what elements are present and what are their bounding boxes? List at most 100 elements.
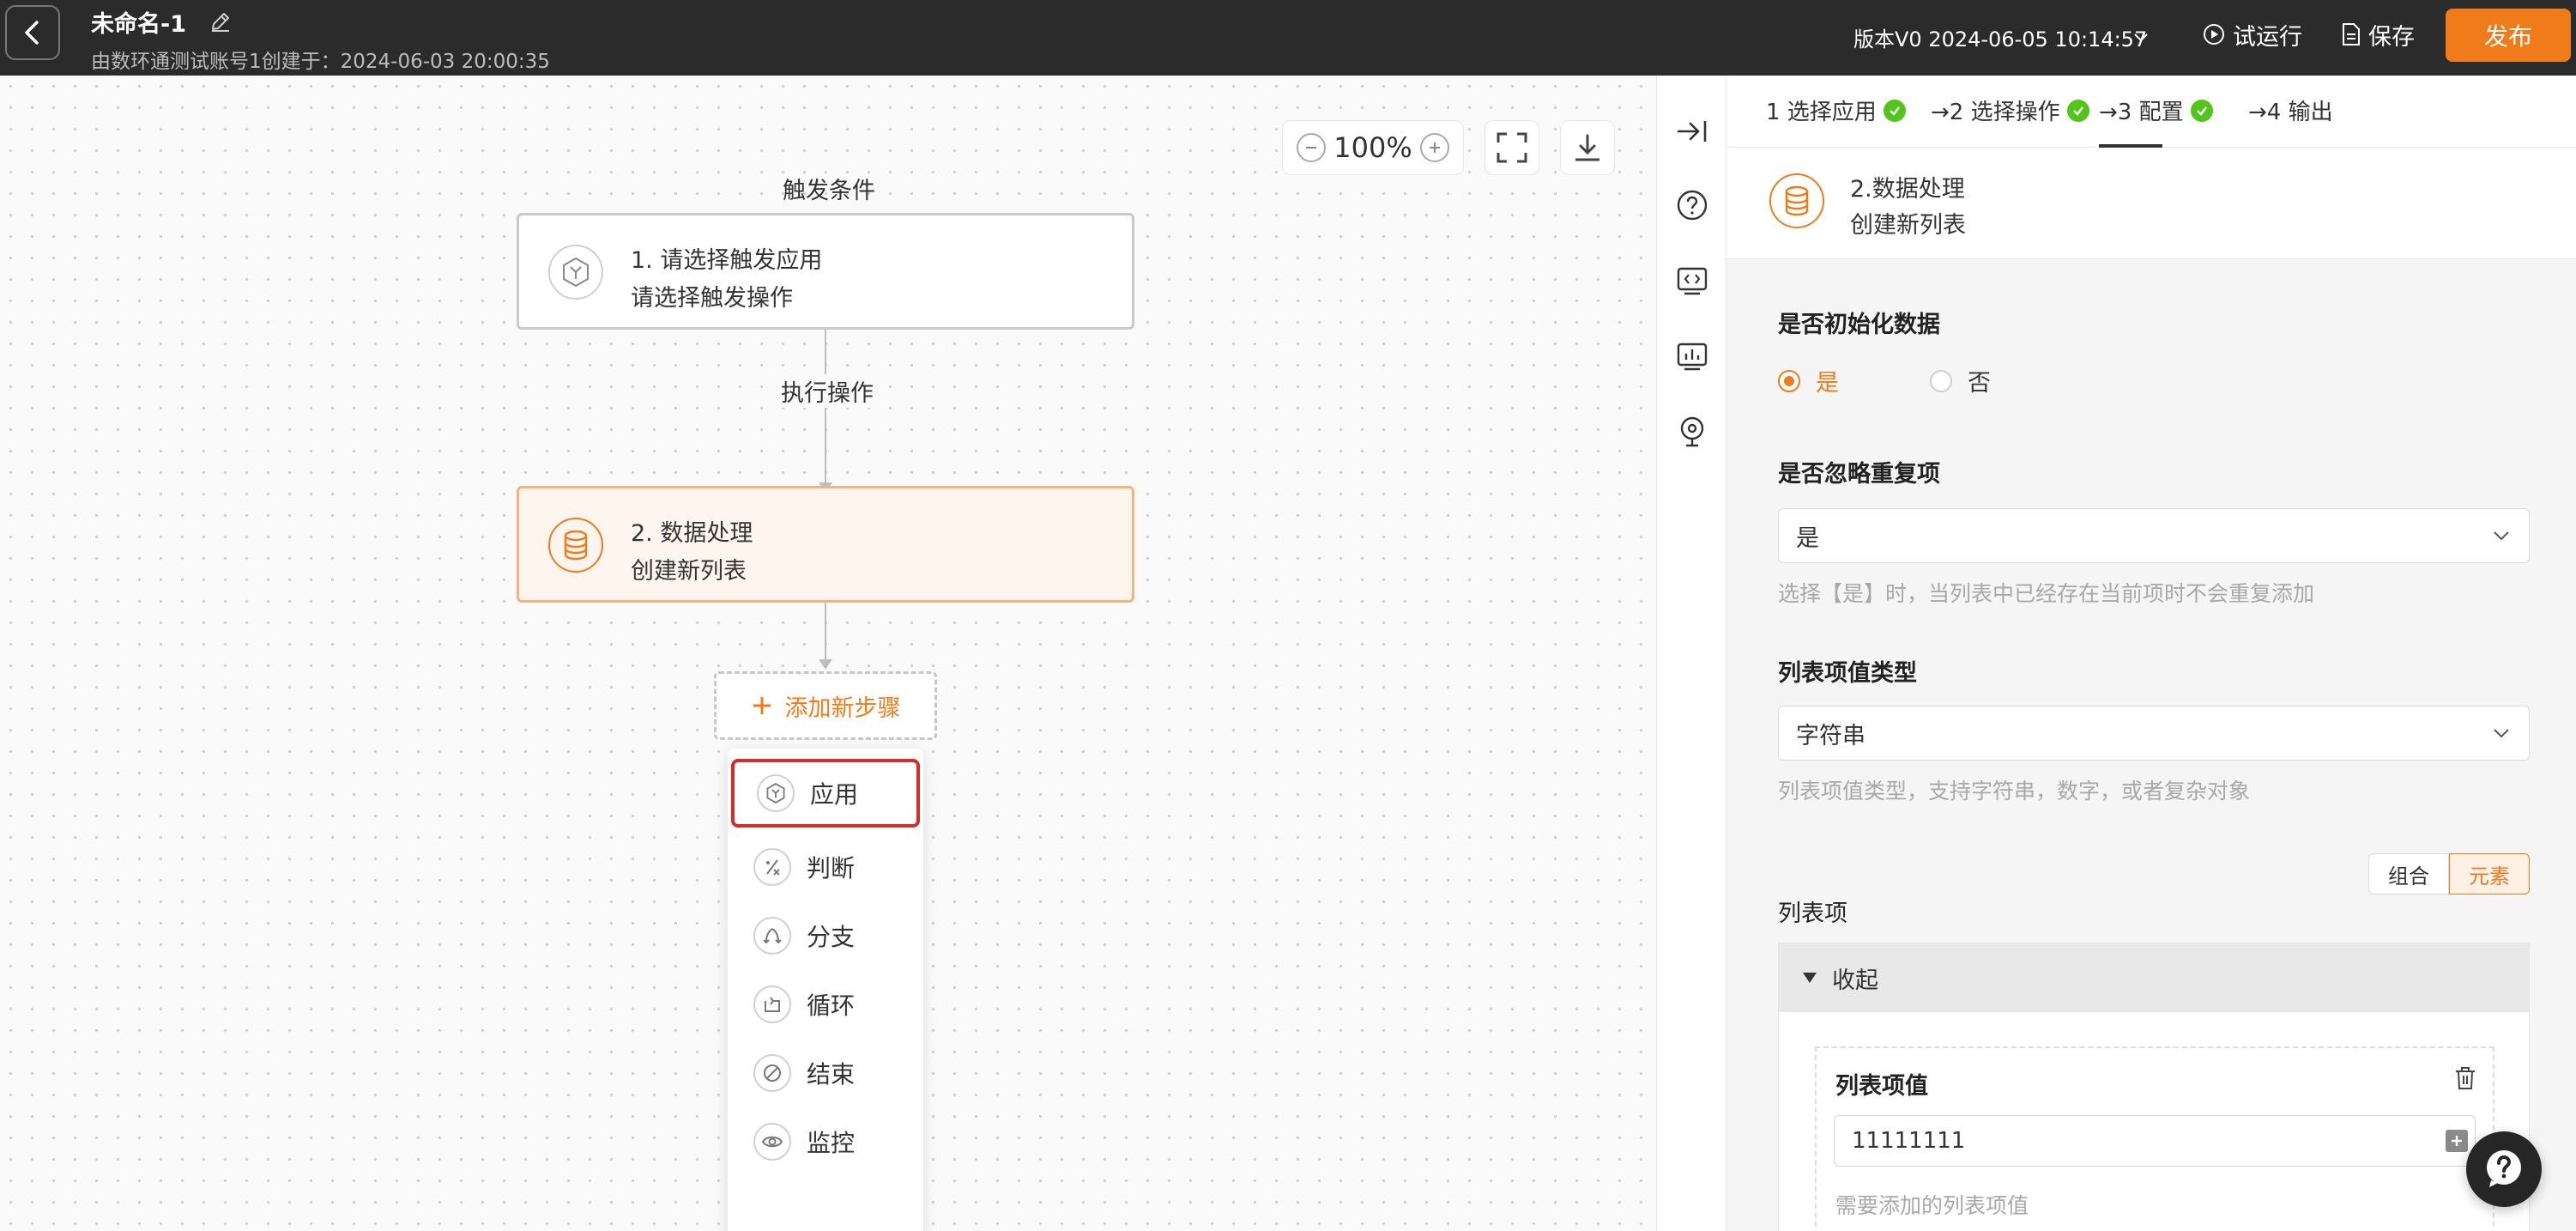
value-type-label: 列表项值类型 [1778, 660, 1917, 687]
help-button[interactable] [1674, 187, 1710, 223]
branch-icon [753, 917, 791, 955]
menu-item-label: 结束 [807, 1060, 856, 1088]
step-configure[interactable]: →3 配置 [2099, 94, 2213, 126]
trigger-node-title: 1. 请选择触发应用 [631, 247, 823, 274]
chevron-down-icon[interactable] [2132, 27, 2150, 46]
connector-line [825, 603, 826, 661]
location-button[interactable] [1674, 414, 1710, 450]
save-label: 保存 [2368, 23, 2415, 51]
edit-title-button[interactable] [209, 10, 232, 36]
summary-title: 2.数据处理 [1850, 176, 1965, 203]
workflow-title: 未命名-1 [91, 11, 186, 38]
menu-item-monitor[interactable]: 监控 [728, 1107, 923, 1176]
database-icon [564, 530, 588, 561]
version-selector[interactable]: 版本V0 2024-06-05 10:14:57 [1853, 22, 2147, 52]
list-item-value-hint: 需要添加的列表项值 [1835, 1193, 2029, 1218]
data-node-subtitle: 创建新列表 [631, 558, 747, 585]
test-run-button[interactable]: 试运行 [2202, 17, 2302, 52]
init-data-yes-label[interactable]: 是 [1816, 364, 1839, 397]
menu-item-condition[interactable]: 判断 [728, 833, 923, 901]
init-data-no-radio[interactable] [1930, 369, 1952, 392]
condition-icon [753, 848, 791, 886]
add-step-menu: 应用 判断 分支 循环 结束 监控 [728, 749, 923, 1231]
test-run-label: 试运行 [2233, 23, 2302, 51]
zoom-in-button[interactable] [1419, 133, 1449, 162]
download-icon [1575, 134, 1599, 161]
insert-variable-button[interactable] [2446, 1130, 2468, 1152]
zoom-level: 100% [1333, 131, 1412, 164]
save-button[interactable]: 保存 [2341, 17, 2415, 52]
step-label: 1 选择应用 [1766, 100, 1877, 125]
pin-icon [1680, 416, 1704, 447]
value-type-select[interactable]: 字符串 [1778, 706, 2530, 761]
pencil-icon [212, 13, 229, 32]
plus-icon [753, 697, 771, 714]
step-select-app[interactable]: 1 选择应用 [1766, 94, 1906, 126]
mode-element-button[interactable]: 元素 [2449, 853, 2530, 894]
play-circle-icon [2204, 24, 2224, 45]
menu-item-loop[interactable]: 循环 [728, 970, 923, 1039]
menu-item-label: 应用 [810, 780, 859, 809]
help-fab-button[interactable] [2466, 1131, 2542, 1207]
collapse-toggle[interactable]: 收起 [1779, 943, 2529, 1012]
download-button[interactable] [1560, 120, 1615, 175]
zoom-out-button[interactable] [1297, 133, 1326, 162]
ignore-dup-label: 是否忽略重复项 [1778, 461, 1940, 488]
chevron-left-icon [25, 21, 39, 45]
workflow-canvas[interactable]: 100% 触发条件 1. 请选择触发应用 请选择触发操作 执行操作 2. 数据处… [0, 76, 1656, 1231]
selected-node-summary: 2.数据处理 创建新列表 [1726, 148, 2576, 259]
logs-button[interactable] [1674, 338, 1710, 374]
menu-item-branch[interactable]: 分支 [728, 901, 923, 970]
config-steps-bar: 1 选择应用 →2 选择操作 →3 配置 →4 输出 [1726, 76, 2576, 148]
init-data-radio-group: 是 否 [1778, 364, 1991, 397]
ignore-dup-hint: 选择【是】时，当列表中已经存在当前项时不会重复添加 [1778, 581, 2315, 606]
step-select-action[interactable]: →2 选择操作 [1931, 94, 2089, 126]
ignore-dup-select[interactable]: 是 [1778, 508, 2530, 563]
init-data-no-label[interactable]: 否 [1968, 364, 1991, 397]
add-step-button[interactable]: 添加新步骤 [714, 671, 937, 740]
back-button[interactable] [5, 5, 60, 60]
init-data-yes-radio[interactable] [1778, 369, 1800, 392]
document-icon [2343, 23, 2360, 45]
collapse-panel-button[interactable] [1674, 113, 1710, 149]
caret-down-icon [1803, 973, 1817, 983]
trigger-condition-label: 触发条件 [783, 178, 875, 204]
trigger-node-subtitle: 请选择触发操作 [631, 285, 793, 312]
trigger-node-icon-wrap [548, 245, 603, 300]
add-step-label: 添加新步骤 [784, 694, 901, 722]
code-icon [1677, 267, 1708, 295]
fullscreen-button[interactable] [1485, 120, 1539, 175]
step-label: →3 配置 [2099, 100, 2184, 125]
list-items-container: 收起 列表项值 11111111 需要添加的列表项值 [1778, 943, 2530, 1231]
list-item-value-input[interactable]: 11111111 [1834, 1115, 2476, 1167]
code-button[interactable] [1674, 263, 1710, 299]
data-node-title: 2. 数据处理 [631, 520, 753, 547]
list-item-value-text: 11111111 [1852, 1128, 1966, 1154]
data-processing-node[interactable]: 2. 数据处理 创建新列表 [517, 486, 1134, 603]
step-label: →2 选择操作 [1931, 100, 2060, 125]
step-output[interactable]: →4 输出 [2248, 94, 2333, 126]
list-item-card: 列表项值 11111111 需要添加的列表项值 [1815, 1046, 2494, 1231]
summary-icon-wrap [1769, 173, 1824, 228]
step-label: →4 输出 [2248, 100, 2333, 125]
menu-item-label: 监控 [807, 1129, 856, 1157]
trash-icon [2456, 1067, 2475, 1089]
list-item-value-label: 列表项值 [1835, 1073, 1928, 1100]
database-icon [1785, 185, 1809, 216]
check-icon [2190, 99, 2213, 122]
trigger-node[interactable]: 1. 请选择触发应用 请选择触发操作 [517, 213, 1134, 330]
question-bubble-icon [2487, 1150, 2521, 1187]
publish-button[interactable]: 发布 [2446, 9, 2571, 62]
menu-item-app[interactable]: 应用 [731, 759, 920, 828]
mode-combine-button[interactable]: 组合 [2368, 853, 2449, 894]
question-circle-icon [1677, 190, 1708, 221]
check-icon [1883, 99, 1906, 122]
delete-item-button[interactable] [2453, 1065, 2477, 1095]
chevron-down-icon [2494, 729, 2509, 738]
monitor-chart-icon [1677, 343, 1708, 371]
menu-item-end[interactable]: 结束 [728, 1039, 923, 1107]
cube-icon [563, 257, 589, 288]
execute-action-label: 执行操作 [777, 374, 877, 408]
menu-item-label: 分支 [807, 923, 856, 951]
plus-icon [2452, 1136, 2462, 1146]
